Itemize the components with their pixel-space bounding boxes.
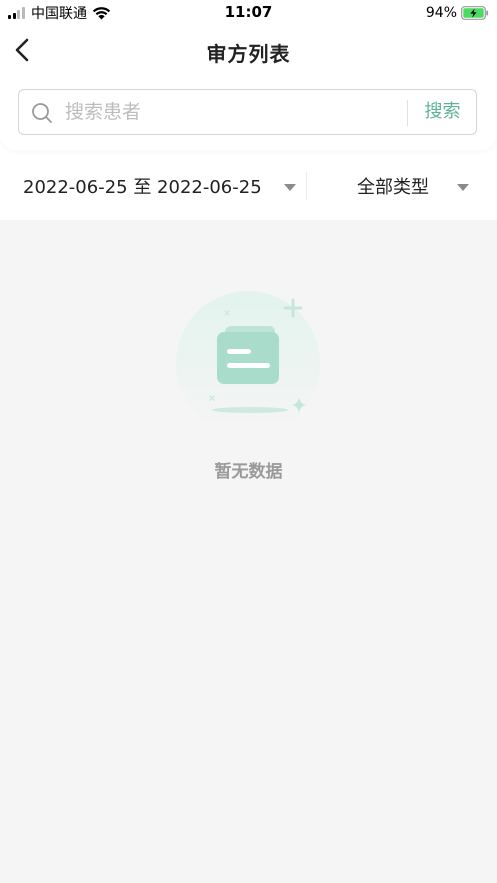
caret-down-icon <box>457 184 469 191</box>
filter-bar: 2022-06-25 至 2022-06-25 全部类型 <box>0 130 497 220</box>
nav-bar: 审方列表 <box>0 28 497 72</box>
header-card: 中国联通 11:07 94% 审方列表 搜索患者 搜索 <box>0 0 497 150</box>
search-bar: 搜索 <box>18 89 477 135</box>
search-button[interactable]: 搜索 <box>408 90 477 134</box>
search-icon <box>32 103 52 123</box>
search-input[interactable] <box>65 96 395 128</box>
caret-down-icon <box>284 184 296 191</box>
status-time: 11:07 <box>224 3 273 21</box>
type-filter[interactable]: 全部类型 <box>307 150 497 220</box>
empty-state-text: 暂无数据 <box>214 462 283 482</box>
status-right: 94% <box>426 3 489 23</box>
screen: 中国联通 11:07 94% 审方列表 搜索患者 搜索 2022-06-25 至… <box>0 0 497 883</box>
empty-folder-icon <box>176 291 320 420</box>
status-bar: 中国联通 11:07 94% <box>0 0 497 26</box>
date-range-filter[interactable]: 2022-06-25 至 2022-06-25 <box>0 150 305 220</box>
page-title: 审方列表 <box>206 42 291 66</box>
battery-percent: 94% <box>425 5 457 21</box>
date-range-label: 2022-06-25 至 2022-06-25 <box>23 177 262 198</box>
battery-charging-icon <box>461 6 489 20</box>
type-filter-label: 全部类型 <box>357 177 429 198</box>
